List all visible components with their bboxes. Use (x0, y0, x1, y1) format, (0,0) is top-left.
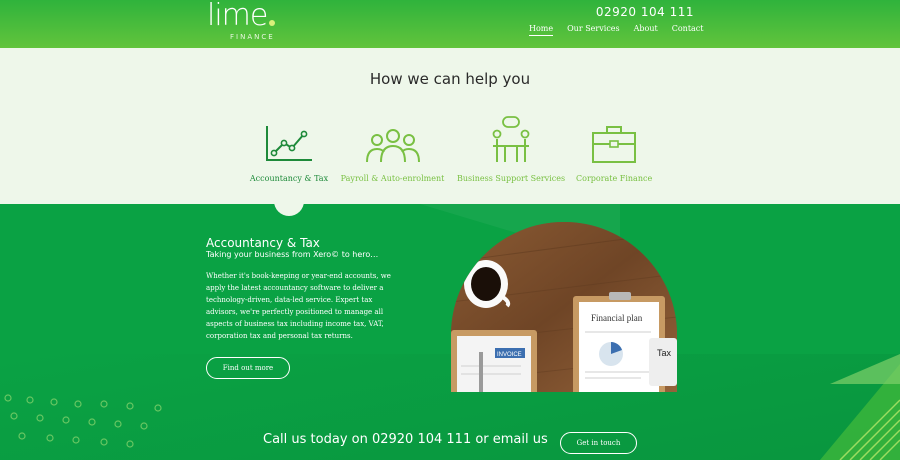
chart-line-icon (249, 120, 329, 164)
nav-contact[interactable]: Contact (672, 24, 704, 36)
service-detail-section: Accountancy & Tax Taking your business f… (0, 204, 900, 460)
logo-subtitle: FINANCE (230, 33, 275, 41)
service-label: Payroll & Auto-enrolment (340, 174, 445, 183)
service-label: Corporate Finance (576, 174, 653, 183)
invoice-label: INVOICE (497, 352, 522, 358)
find-out-more-button[interactable]: Find out more (206, 357, 290, 379)
section-subtitle: Taking your business from Xero© to hero… (206, 250, 379, 259)
meeting-icon (457, 116, 564, 164)
section-body: Whether it's book-keeping or year-end ac… (206, 272, 391, 340)
service-label: Business Support Services (457, 174, 566, 183)
service-business-support[interactable]: Business Support Services (457, 116, 566, 183)
services-title: How we can help you (369, 70, 531, 88)
service-payroll[interactable]: Payroll & Auto-enrolment (340, 120, 445, 183)
tax-label: Tax (657, 348, 672, 358)
get-in-touch-button[interactable]: Get in touch (560, 432, 637, 454)
cta-text: Call us today on 02920 104 111 or email … (263, 432, 548, 447)
decorative-dots (0, 392, 180, 460)
people-group-icon (340, 120, 445, 164)
nav-about[interactable]: About (634, 24, 658, 36)
service-corporate-finance[interactable]: Corporate Finance (576, 120, 652, 183)
nav-our-services[interactable]: Our Services (567, 24, 620, 36)
briefcase-icon (576, 120, 652, 164)
decorative-stripes (820, 354, 900, 460)
section-title: Accountancy & Tax (206, 236, 320, 250)
header-phone[interactable]: 02920 104 111 (596, 5, 694, 19)
service-accountancy[interactable]: Accountancy & Tax (249, 120, 329, 183)
nav-home[interactable]: Home (529, 24, 554, 36)
site-header: lime FINANCE 02920 104 111 Home Our Serv… (0, 0, 900, 48)
logo-dot (269, 20, 275, 26)
plan-title: Financial plan (591, 313, 643, 323)
service-label: Accountancy & Tax (249, 174, 329, 183)
services-section: How we can help you Accountancy & Tax Pa… (0, 48, 900, 204)
main-nav: Home Our Services About Contact (529, 24, 704, 36)
logo-wordmark: lime (207, 0, 268, 33)
